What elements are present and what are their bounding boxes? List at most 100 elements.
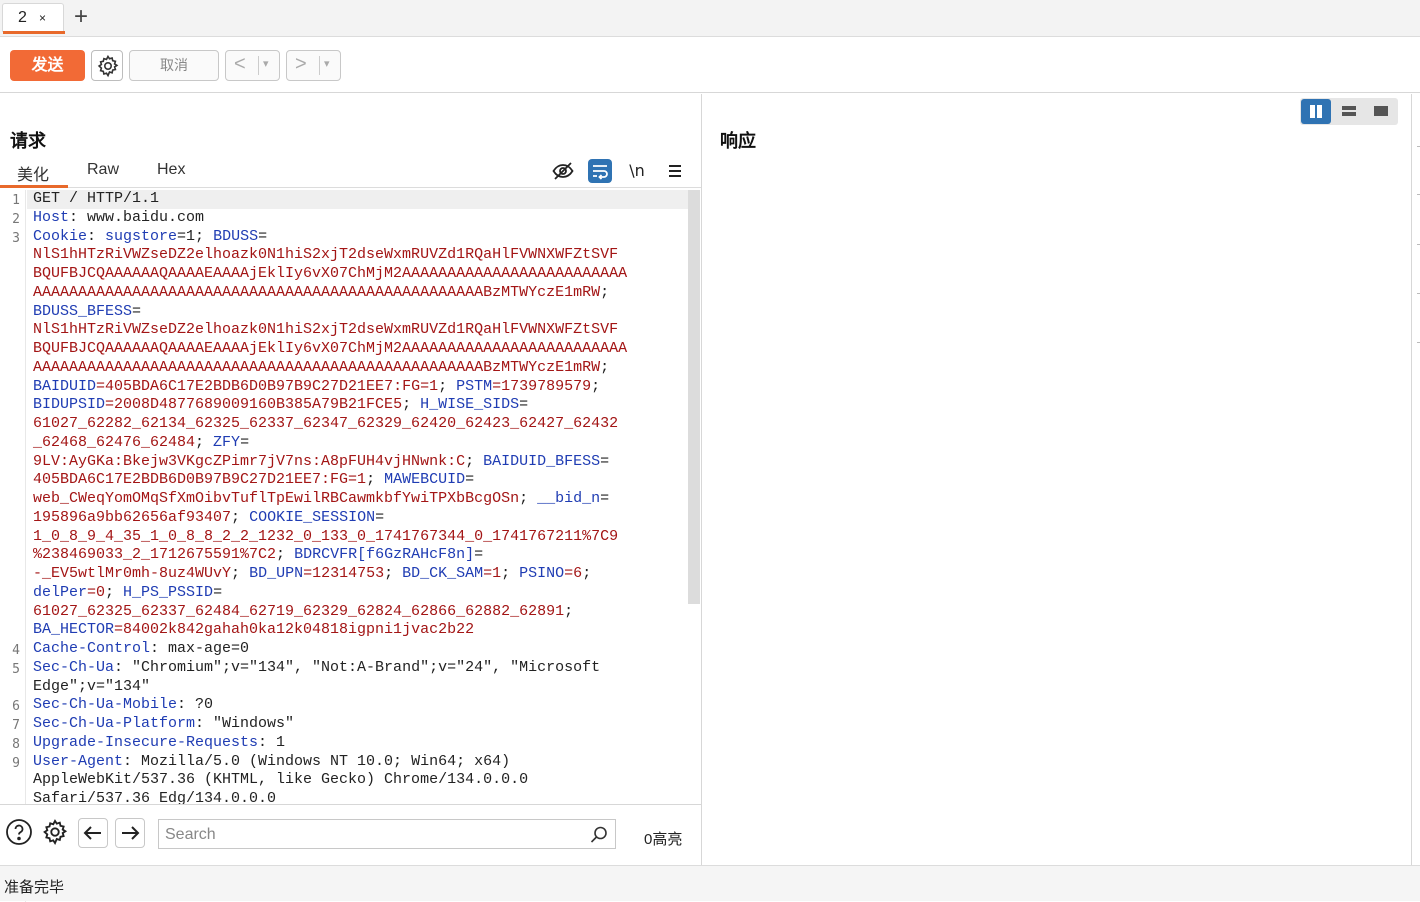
active-tab-indicator xyxy=(3,31,65,34)
back-history-button[interactable]: < ▾ xyxy=(225,50,280,81)
code-line: 61027_62325_62337_62484_62719_62329_6282… xyxy=(33,603,627,622)
tab-hex[interactable]: Hex xyxy=(157,161,185,179)
code-line: %238469033_2_1712675591%7C2; BDRCVFR[f6G… xyxy=(33,546,627,565)
code-line: BA_HECTOR=84002k842gahah0ka12k04818igpni… xyxy=(33,621,627,640)
previous-match-button[interactable] xyxy=(78,818,108,848)
header-key: User-Agent xyxy=(33,752,124,770)
code-line: Sec-Ch-Ua: "Chromium";v="134", "Not:A-Br… xyxy=(33,659,627,678)
header-key: COOKIE_SESSION xyxy=(249,508,376,526)
chevron-down-icon[interactable]: ▾ xyxy=(263,57,269,70)
gear-icon[interactable] xyxy=(41,818,69,846)
cookie-value: web_CWeqYomOMqSfXmOibvTuflTpEwilRBCawmkb… xyxy=(33,490,520,507)
tab-pretty[interactable]: 美化 xyxy=(17,161,49,185)
layout-tabs-button[interactable] xyxy=(1366,99,1396,124)
send-button[interactable]: 发送 xyxy=(10,50,85,81)
code-text: Edge";v="134" xyxy=(33,677,151,695)
header-key: BDUSS xyxy=(213,227,259,245)
code-line: 1_0_8_9_4_35_1_0_8_8_2_2_1232_0_133_0_17… xyxy=(33,528,627,547)
menu-icon[interactable] xyxy=(663,159,687,183)
header-key: H_WISE_SIDS xyxy=(420,396,520,414)
header-key: Upgrade-Insecure-Requests xyxy=(33,733,259,751)
code-text: = xyxy=(258,227,268,245)
gear-icon xyxy=(97,54,119,78)
code-text: ; xyxy=(519,490,538,507)
help-icon[interactable] xyxy=(5,818,33,846)
header-key: BAIDUID xyxy=(33,377,97,395)
header-key: BD_UPN xyxy=(249,565,304,582)
header-key: sugstore xyxy=(105,227,178,245)
inspector-divider[interactable] xyxy=(1411,94,1412,865)
request-code[interactable]: GET / HTTP/1.1 Host: www.baidu.com Cookie:… xyxy=(33,190,627,809)
code-line: 195896a9bb62656af93407; COOKIE_SESSION= xyxy=(33,509,627,528)
code-line: 9LV:AyGKa:Bkejw3VKgcZPimr7jV7ns:A8pFUH4v… xyxy=(33,453,627,472)
vertical-scrollbar[interactable] xyxy=(688,190,700,604)
highlight-count: 0高亮 xyxy=(644,831,683,848)
code-text: ; xyxy=(501,565,520,582)
code-text: GET / HTTP/1.1 xyxy=(33,190,160,207)
code-text: ; xyxy=(231,565,250,582)
hide-nonprintable-icon[interactable] xyxy=(551,159,575,183)
chevron-down-icon[interactable]: ▾ xyxy=(324,57,330,70)
divider xyxy=(258,56,259,75)
line-number: 2 xyxy=(12,211,20,227)
header-key: H_PS_PSSID xyxy=(123,583,214,601)
code-line: Cache-Control: max-age=0 xyxy=(33,640,627,659)
header-key: ZFY xyxy=(213,433,241,451)
cookie-value: NlS1hHTzRiVWZseDZ2elhoazk0N1hiS2xjT2dseW… xyxy=(33,321,619,339)
cookie-value: =6 xyxy=(564,565,583,582)
request-view-tabs: 美化 Raw Hex \n xyxy=(0,154,701,188)
code-text: ; xyxy=(438,377,457,395)
code-text: =1; xyxy=(177,227,214,245)
code-text: = xyxy=(519,396,529,414)
layout-split-horizontal-button[interactable] xyxy=(1334,99,1364,124)
line-number: 7 xyxy=(12,718,20,733)
header-key: BDRCVFR[f6GzRAHcF8n] xyxy=(294,546,475,564)
code-text: ; xyxy=(384,565,403,582)
request-editor[interactable]: 123456789 GET / HTTP/1.1 Host: www.baidu.… xyxy=(0,190,701,902)
cookie-value: =12314753 xyxy=(303,565,385,582)
settings-button[interactable] xyxy=(91,50,123,81)
code-text: : max-age=0 xyxy=(150,640,250,657)
code-text: : Mozilla/5.0 (Windows NT 10.0; Win64; x… xyxy=(123,752,511,770)
tab-close-icon[interactable]: × xyxy=(39,11,46,25)
forward-history-button[interactable]: > ▾ xyxy=(286,50,341,81)
forward-arrow-icon: > xyxy=(295,53,307,75)
rows-icon xyxy=(1342,106,1356,116)
next-match-button[interactable] xyxy=(115,818,145,848)
code-text: = xyxy=(474,546,484,564)
code-line: Upgrade-Insecure-Requests: 1 xyxy=(33,734,627,753)
search-input[interactable] xyxy=(165,824,585,846)
line-number: 4 xyxy=(12,643,20,658)
cancel-button[interactable]: 取消 xyxy=(129,50,219,81)
cookie-value: BQUFBJCQAAAAAAQAAAAEAAAAjEklIy6vX07ChMjM… xyxy=(33,340,628,357)
active-tab-indicator xyxy=(0,185,68,188)
header-key: BDUSS_BFESS xyxy=(33,302,133,320)
search-field[interactable] xyxy=(158,819,616,849)
code-line: User-Agent: Mozilla/5.0 (Windows NT 10.0… xyxy=(33,753,627,772)
code-text: = xyxy=(600,490,610,507)
code-text: ; xyxy=(600,283,610,301)
cookie-value: 405BDA6C17E2BDB6D0B97B9C27D21EE7:FG=1 xyxy=(33,471,367,489)
show-newlines-icon[interactable]: \n xyxy=(625,159,649,183)
line-number: 3 xyxy=(12,230,20,246)
cookie-value: =1739789579 xyxy=(492,377,592,395)
header-key: MAWEBCUID xyxy=(384,471,466,489)
new-tab-button[interactable]: + xyxy=(74,5,88,29)
header-key: BA_HECTOR xyxy=(33,621,115,639)
code-text: : ?0 xyxy=(177,696,214,714)
line-number: 1 xyxy=(12,193,20,208)
response-title: 响应 xyxy=(720,131,756,151)
word-wrap-icon[interactable] xyxy=(588,159,612,183)
line-number: 6 xyxy=(12,699,20,715)
code-text: = xyxy=(132,302,142,320)
tab-2[interactable]: 2 × xyxy=(2,3,65,34)
tab-label: 2 xyxy=(18,9,27,26)
header-key: PSTM xyxy=(456,377,493,395)
tab-raw[interactable]: Raw xyxy=(87,161,119,179)
code-text: ; xyxy=(465,452,484,470)
code-text: ; xyxy=(195,433,214,451)
layout-split-vertical-button[interactable] xyxy=(1301,99,1331,124)
code-line: GET / HTTP/1.1 xyxy=(33,190,627,209)
search-icon[interactable] xyxy=(589,825,609,845)
header-key: PSINO xyxy=(519,565,565,582)
